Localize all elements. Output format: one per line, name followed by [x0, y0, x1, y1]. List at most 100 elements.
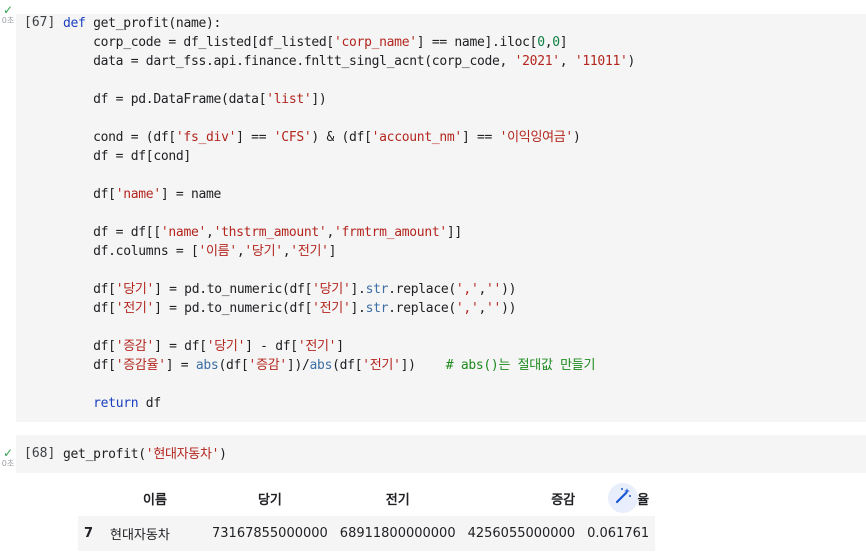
- code-token: '전기': [290, 244, 329, 259]
- code-token: '증감': [248, 358, 288, 373]
- table-header-row: 이름 당기 전기 증감 증감율: [78, 485, 655, 516]
- column-header-current: 당기: [257, 493, 282, 508]
- code-token: (df[: [218, 358, 249, 373]
- code-token: '': [486, 282, 502, 297]
- code-line: df['증감율'] = abs(df['증감'])/abs(df['전기']) …: [63, 356, 635, 375]
- code-token: ]: [336, 339, 344, 354]
- code-line: df = pd.DataFrame(data['list']): [63, 90, 635, 109]
- code-token: df[: [63, 358, 116, 373]
- code-cell-2-editor[interactable]: get_profit('현대자동차'): [63, 445, 227, 464]
- code-token: '이익잉여금': [499, 130, 574, 145]
- code-token: return: [93, 396, 139, 411]
- code-token: ,: [559, 54, 575, 69]
- row-index: 7: [78, 516, 104, 551]
- code-token: abs: [195, 358, 219, 373]
- code-token: ]): [400, 358, 446, 373]
- code-token: '2021': [514, 54, 560, 69]
- code-line: def get_profit(name):: [63, 14, 635, 33]
- code-token: '11011': [574, 54, 628, 69]
- code-token: ] = name: [160, 187, 222, 202]
- code-token: ]): [311, 92, 327, 107]
- code-token: 'thstrm_amount': [213, 225, 327, 240]
- code-token: 'CFS': [273, 130, 312, 145]
- code-line: df['증감'] = df['당기'] - df['전기']: [63, 337, 635, 356]
- code-token: str: [365, 282, 389, 297]
- code-line: corp_code = df_listed[df_listed['corp_na…: [63, 33, 635, 52]
- code-token: 'frmtrm_amount': [334, 225, 447, 240]
- code-token: str: [365, 301, 389, 316]
- code-token: def: [63, 16, 86, 31]
- code-token: data = dart_fss.api.finance.fnltt_singl_…: [63, 54, 515, 69]
- code-token: '전기': [362, 358, 401, 373]
- code-token: '': [486, 301, 502, 316]
- cell-previous: 68911800000000: [333, 516, 462, 551]
- code-token: 'name': [115, 187, 161, 202]
- cell-name: 현대자동차: [104, 516, 206, 551]
- code-token: '당기': [206, 339, 246, 354]
- cell-2-duration: 0초: [1, 459, 15, 468]
- suggest-chart-button[interactable]: [608, 483, 638, 513]
- code-token: '당기': [312, 282, 351, 297]
- code-token: df = df[cond]: [63, 149, 191, 164]
- cell-1-status: ✓ 0초: [0, 4, 16, 25]
- code-token: ] == name].iloc[: [416, 35, 538, 50]
- code-token: ] - df[: [245, 339, 298, 354]
- code-token: ,: [206, 225, 214, 240]
- code-token: ,: [326, 225, 334, 240]
- code-token: # abs()는 절대값 만들기: [445, 358, 596, 373]
- code-token: (df[: [332, 358, 363, 373]
- code-token: df[: [63, 301, 116, 316]
- code-token: '전기': [312, 301, 351, 316]
- column-header-index: [78, 485, 104, 516]
- code-line: df = df[cond]: [63, 147, 635, 166]
- code-token: ) & (df[: [311, 130, 372, 145]
- code-token: 'fs_div': [175, 130, 237, 145]
- code-token: ] = pd.to_numeric(df[: [154, 301, 313, 316]
- code-token: ].: [350, 301, 366, 316]
- checkmark-icon: ✓: [2, 3, 14, 17]
- code-token: ): [627, 54, 636, 69]
- code-token: corp_code = df_listed[df_listed[: [63, 35, 334, 50]
- code-token: get_profit(name):: [85, 16, 222, 31]
- code-token: df.columns = [: [63, 244, 199, 259]
- code-token: '현대자동차': [145, 447, 220, 462]
- code-token: ] ==: [236, 130, 274, 145]
- code-token: 0: [537, 35, 545, 50]
- cell-change-rate: 0.061761: [581, 516, 656, 551]
- cell-2-output: 이름 당기 전기 증감 증감율 7 현대자동차 73167855000000 6…: [16, 477, 866, 552]
- code-cell-1-editor[interactable]: def get_profit(name): corp_code = df_lis…: [63, 14, 635, 413]
- code-token: 'name': [160, 225, 207, 240]
- code-token: ]]: [446, 225, 462, 240]
- code-token: '이름': [198, 244, 237, 259]
- table-row: 7 현대자동차 73167855000000 68911800000000 42…: [78, 516, 656, 551]
- code-token: '당기': [244, 244, 283, 259]
- code-token: '전기': [115, 301, 155, 316]
- code-token: ])/: [286, 358, 310, 373]
- code-token: ]: [559, 35, 568, 50]
- code-token: df[: [63, 282, 116, 297]
- code-token: .replace(: [388, 282, 456, 297]
- code-token: 'corp_name': [333, 35, 417, 50]
- code-token: '증감': [115, 339, 155, 354]
- code-token: .replace(: [388, 301, 456, 316]
- code-token: )): [501, 301, 517, 316]
- code-token: ].: [350, 282, 366, 297]
- code-token: ): [572, 130, 581, 145]
- code-token: ',': [455, 301, 479, 316]
- cell-1-duration: 0초: [1, 16, 15, 25]
- cell-2-status: ✓ 0초: [0, 447, 16, 468]
- code-token: ,: [478, 282, 487, 297]
- code-token: ] = pd.to_numeric(df[: [154, 282, 313, 297]
- code-token: get_profit(: [63, 447, 146, 462]
- code-line: get_profit('현대자동차'): [63, 445, 227, 464]
- code-token: ]: [328, 244, 337, 259]
- cell-2-exec-count: [68]: [24, 446, 56, 461]
- checkmark-icon: ✓: [2, 446, 14, 460]
- cell-1-exec-count: [67]: [24, 15, 56, 30]
- code-line: return df: [63, 394, 635, 413]
